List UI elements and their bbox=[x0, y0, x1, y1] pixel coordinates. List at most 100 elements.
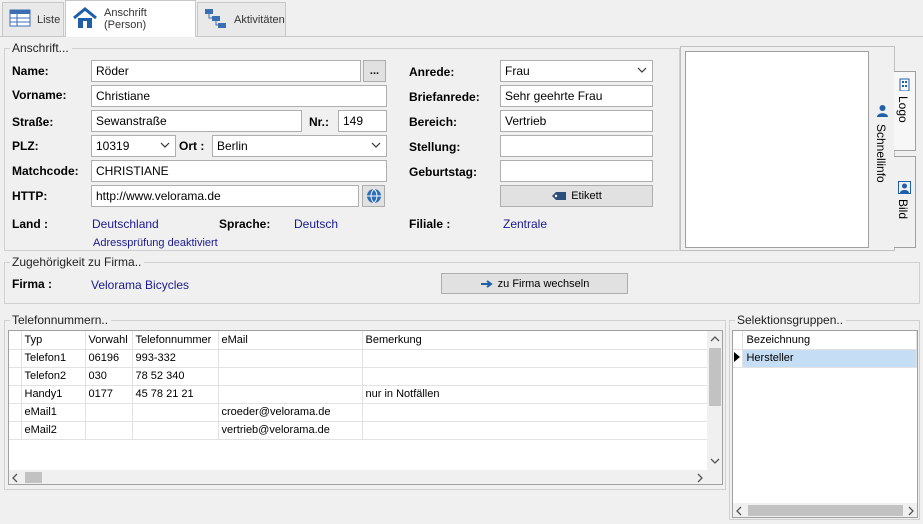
selection-table: Bezeichnung Hersteller bbox=[732, 330, 918, 518]
strasse-field[interactable]: Sewanstraße bbox=[91, 110, 302, 132]
http-field[interactable]: http://www.velorama.de bbox=[91, 185, 359, 207]
table-cell[interactable]: Telefon1 bbox=[21, 349, 86, 368]
table-cell[interactable]: nur in Notfällen bbox=[362, 385, 709, 404]
table-cell[interactable] bbox=[85, 421, 133, 440]
chevron-up-icon[interactable] bbox=[710, 335, 720, 343]
vorname-field[interactable]: Christiane bbox=[91, 85, 387, 107]
name-field[interactable]: Röder bbox=[91, 60, 361, 82]
chevron-down-icon[interactable] bbox=[710, 457, 720, 465]
sprache-label: Sprache: bbox=[219, 217, 271, 231]
table-cell[interactable] bbox=[132, 403, 219, 422]
ort-label: Ort : bbox=[179, 139, 205, 153]
nr-field[interactable]: 149 bbox=[338, 110, 387, 132]
table-cell[interactable] bbox=[85, 403, 133, 422]
table-cell[interactable]: 45 78 21 21 bbox=[132, 385, 219, 404]
phones-vertical-scrollbar[interactable] bbox=[707, 331, 722, 470]
table-cell[interactable] bbox=[362, 349, 709, 368]
selection-group-title: Selektionsgruppen.. bbox=[735, 313, 847, 327]
phones-group-title: Telefonnummern.. bbox=[10, 313, 112, 327]
geburtstag-field[interactable] bbox=[500, 160, 653, 182]
table-cell[interactable]: croeder@velorama.de bbox=[218, 403, 363, 422]
table-cell[interactable] bbox=[218, 349, 363, 368]
phones-hscroll-thumb[interactable] bbox=[25, 472, 42, 483]
table-row[interactable]: Telefon1 06196 993-332 bbox=[9, 349, 709, 368]
chevron-right-icon[interactable] bbox=[907, 506, 915, 516]
chevron-left-icon[interactable] bbox=[11, 473, 19, 483]
globe-icon bbox=[366, 188, 381, 204]
firma-value[interactable]: Velorama Bicycles bbox=[91, 278, 189, 292]
matchcode-field[interactable]: CHRISTIANE bbox=[91, 160, 387, 182]
column-header[interactable]: Bezeichnung bbox=[742, 331, 917, 350]
side-tab-bild[interactable]: Bild bbox=[894, 156, 916, 248]
adresspruefung-status: Adressprüfung deaktiviert bbox=[93, 237, 218, 249]
activities-icon bbox=[204, 7, 228, 32]
name-lookup-button[interactable]: ... bbox=[363, 60, 386, 82]
table-cell[interactable]: eMail2 bbox=[21, 421, 86, 440]
table-cell[interactable]: Hersteller bbox=[742, 349, 917, 368]
table-cell[interactable]: 030 bbox=[85, 367, 133, 386]
building-icon bbox=[899, 78, 910, 91]
table-cell[interactable] bbox=[218, 385, 363, 404]
table-cell[interactable] bbox=[132, 421, 219, 440]
table-cell[interactable]: 06196 bbox=[85, 349, 133, 368]
tab-aktivitaeten-label: Aktivitäten bbox=[234, 13, 285, 26]
table-cell[interactable]: vertrieb@velorama.de bbox=[218, 421, 363, 440]
stellung-field[interactable] bbox=[500, 135, 653, 157]
column-header[interactable]: eMail bbox=[218, 331, 363, 350]
http-label: HTTP: bbox=[12, 189, 48, 203]
selection-hscroll-thumb[interactable] bbox=[748, 505, 903, 516]
table-cell[interactable] bbox=[362, 367, 709, 386]
side-tab-logo[interactable]: Logo bbox=[894, 71, 916, 151]
table-cell[interactable]: 0177 bbox=[85, 385, 133, 404]
table-row[interactable]: eMail1 croeder@velorama.de bbox=[9, 403, 709, 422]
anrede-select[interactable]: Frau bbox=[500, 60, 653, 82]
address-group-title: Anschrift... bbox=[10, 41, 72, 55]
table-row[interactable]: Hersteller bbox=[733, 349, 917, 368]
column-header[interactable]: Typ bbox=[21, 331, 86, 350]
chevron-down-icon bbox=[637, 67, 647, 73]
tab-anschrift-person[interactable]: Anschrift (Person) bbox=[65, 0, 196, 37]
anrede-value: Frau bbox=[505, 64, 530, 78]
table-cell[interactable]: 993-332 bbox=[132, 349, 219, 368]
tab-aktivitaeten[interactable]: Aktivitäten bbox=[197, 2, 286, 36]
briefanrede-label: Briefanrede: bbox=[409, 90, 480, 104]
table-row[interactable]: eMail2 vertrieb@velorama.de bbox=[9, 421, 709, 440]
table-cell[interactable] bbox=[362, 421, 709, 440]
chevron-left-icon[interactable] bbox=[735, 506, 743, 516]
filiale-value[interactable]: Zentrale bbox=[503, 217, 547, 231]
label-tag-icon bbox=[552, 192, 567, 200]
tab-anschrift-label: Anschrift (Person) bbox=[104, 7, 147, 31]
column-header[interactable]: Telefonnummer bbox=[132, 331, 219, 350]
etikett-button[interactable]: Etikett bbox=[500, 185, 653, 207]
open-website-button[interactable] bbox=[362, 185, 385, 207]
table-row[interactable]: Telefon2 030 78 52 340 bbox=[9, 367, 709, 386]
switch-to-company-button[interactable]: zu Firma wechseln bbox=[441, 273, 628, 294]
company-group-title: Zugehörigkeit zu Firma.. bbox=[10, 255, 145, 269]
side-tab-bild-label: Bild bbox=[896, 199, 910, 220]
etikett-button-label: Etikett bbox=[571, 190, 602, 202]
chevron-right-icon[interactable] bbox=[696, 473, 704, 483]
table-cell[interactable] bbox=[218, 367, 363, 386]
column-header[interactable]: Vorwahl bbox=[85, 331, 133, 350]
table-row[interactable]: Handy1 0177 45 78 21 21 nur in Notfällen bbox=[9, 385, 709, 404]
tab-liste[interactable]: Liste bbox=[2, 2, 64, 36]
land-value[interactable]: Deutschland bbox=[92, 217, 159, 231]
phones-scroll-thumb[interactable] bbox=[709, 348, 721, 406]
selection-horizontal-scrollbar[interactable] bbox=[733, 503, 917, 517]
ort-select[interactable]: Berlin bbox=[212, 135, 387, 157]
plz-select[interactable]: 10319 bbox=[91, 135, 176, 157]
briefanrede-field[interactable]: Sehr geehrte Frau bbox=[500, 85, 653, 107]
table-cell[interactable]: Handy1 bbox=[21, 385, 86, 404]
arrow-right-icon bbox=[480, 279, 493, 288]
column-header[interactable]: Bemerkung bbox=[362, 331, 709, 350]
sprache-value[interactable]: Deutsch bbox=[294, 217, 338, 231]
bereich-field[interactable]: Vertrieb bbox=[500, 110, 653, 132]
table-cell[interactable]: eMail1 bbox=[21, 403, 86, 422]
table-cell[interactable]: Telefon2 bbox=[21, 367, 86, 386]
phones-horizontal-scrollbar[interactable] bbox=[9, 470, 722, 484]
matchcode-label: Matchcode: bbox=[12, 164, 79, 178]
home-icon bbox=[72, 6, 98, 32]
side-tab-schnellinfo[interactable]: Schnellinfo bbox=[870, 104, 894, 204]
table-cell[interactable] bbox=[362, 403, 709, 422]
table-cell[interactable]: 78 52 340 bbox=[132, 367, 219, 386]
